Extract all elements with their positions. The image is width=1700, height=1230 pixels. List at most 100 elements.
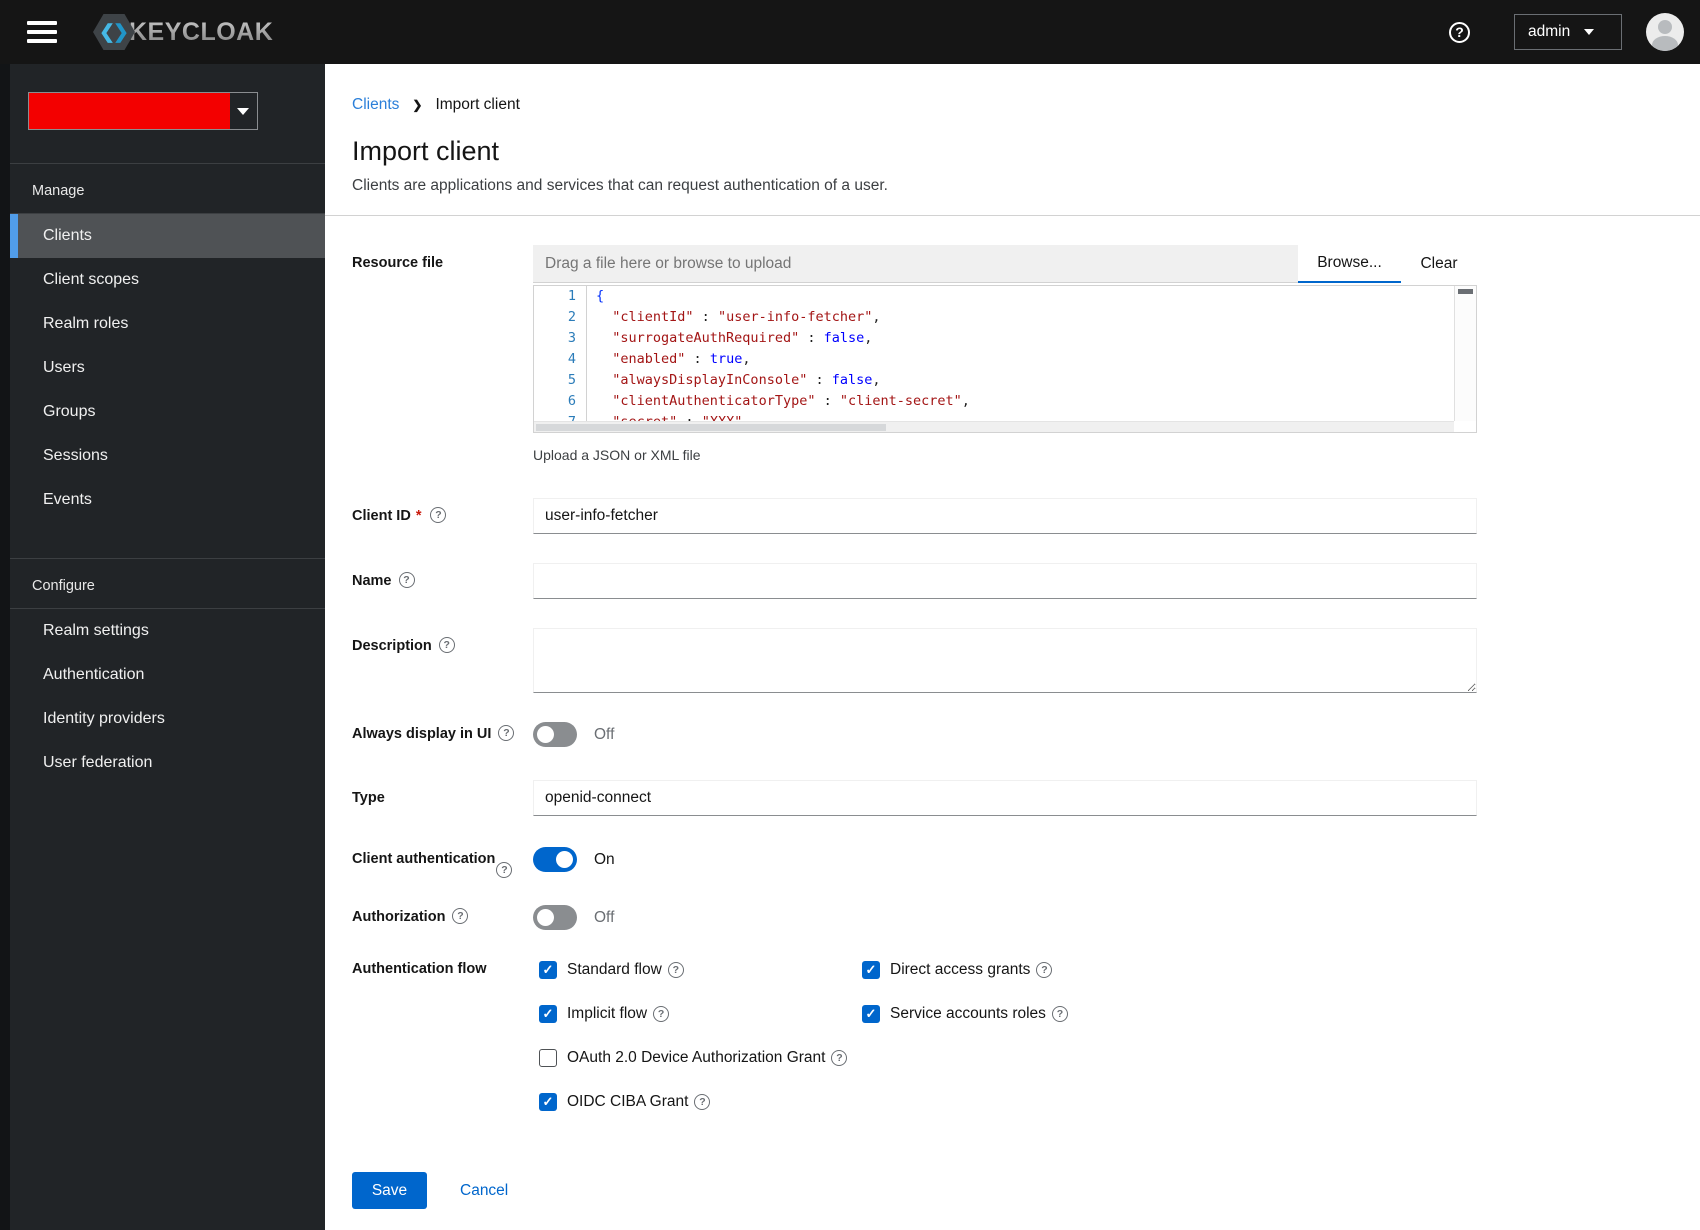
checkbox-checked[interactable]: ✓: [539, 1092, 557, 1111]
breadcrumb: Clients ❯ Import client: [352, 96, 1700, 114]
client-authentication-row: Client authentication ? On: [352, 847, 1700, 878]
authentication-flow-label: Authentication flow: [352, 961, 487, 977]
name-row: Name ?: [352, 563, 1700, 599]
toggle-state-text: On: [594, 850, 615, 868]
checkbox-checked[interactable]: ✓: [862, 960, 880, 979]
checkbox-label: Direct access grants: [890, 960, 1031, 978]
help-icon[interactable]: ?: [498, 725, 515, 741]
help-icon[interactable]: ?: [653, 1005, 670, 1022]
description-row: Description ?: [352, 628, 1700, 693]
user-menu-dropdown[interactable]: admin: [1514, 14, 1622, 50]
help-icon[interactable]: ?: [1449, 21, 1470, 43]
type-input[interactable]: [533, 780, 1477, 816]
breadcrumb-clients-link[interactable]: Clients: [352, 96, 399, 114]
realm-selector-dropdown[interactable]: [28, 92, 258, 130]
checkbox-label: OAuth 2.0 Device Authorization Grant: [567, 1048, 826, 1066]
line-number: 2: [567, 309, 576, 325]
help-icon[interactable]: ?: [438, 637, 455, 653]
top-bar: ❮ ❯ KEYCLOAK ? admin: [0, 0, 1700, 64]
line-number: 3: [567, 330, 576, 346]
keycloak-logo: ❮ ❯ KEYCLOAK: [93, 14, 273, 50]
checkbox-label: OIDC CIBA Grant: [567, 1092, 689, 1110]
help-icon[interactable]: ?: [398, 572, 415, 588]
sidebar-item-client-scopes[interactable]: Client scopes: [10, 258, 325, 302]
always-display-label: Always display in UI ?: [352, 722, 533, 747]
sidebar-item-authentication[interactable]: Authentication: [10, 653, 325, 697]
flow-option-oauth-2-0-device-authorization-grant: OAuth 2.0 Device Authorization Grant?: [533, 1045, 856, 1070]
checkbox-checked[interactable]: ✓: [539, 960, 557, 979]
help-icon[interactable]: ?: [496, 862, 513, 878]
sidebar-item-realm-roles[interactable]: Realm roles: [10, 302, 325, 346]
page-title: Import client: [352, 136, 500, 166]
help-icon[interactable]: ?: [1051, 1005, 1068, 1022]
nav-section-label: Manage: [32, 183, 85, 199]
resource-file-row: Resource file Browse... Clear 1{2 "clien…: [352, 245, 1700, 463]
description-textarea[interactable]: [533, 628, 1477, 693]
type-row: Type: [352, 780, 1700, 816]
help-icon[interactable]: ?: [694, 1093, 711, 1110]
name-input[interactable]: [533, 563, 1477, 599]
upload-helper-text: Upload a JSON or XML file: [533, 447, 701, 463]
sidebar-item-events[interactable]: Events: [10, 478, 325, 522]
hamburger-menu-icon[interactable]: [27, 21, 57, 43]
required-asterisk: *: [415, 508, 422, 524]
checkbox-checked[interactable]: ✓: [539, 1004, 557, 1023]
sidebar-item-users[interactable]: Users: [10, 346, 325, 390]
code-line: 7 "secret" : "XXX",: [534, 412, 1454, 421]
sidebar-item-user-federation[interactable]: User federation: [10, 741, 325, 785]
main-content: Clients ❯ Import client Import client Cl…: [325, 64, 1700, 1230]
flow-option-direct-access-grants: ✓ Direct access grants?: [856, 957, 1477, 982]
realm-name-redacted: [29, 93, 230, 129]
help-icon[interactable]: ?: [452, 908, 469, 924]
help-icon[interactable]: ?: [667, 961, 684, 978]
flow-option-standard-flow: ✓ Standard flow?: [533, 957, 856, 982]
authorization-row: Authorization ? Off: [352, 905, 1700, 930]
checkbox-unchecked[interactable]: [539, 1048, 557, 1067]
chevron-down-icon: [1584, 29, 1595, 35]
sidebar-nav: Manage Clients Client scopes Realm roles Use…: [0, 64, 325, 1230]
flow-option-oidc-ciba-grant: ✓ OIDC CIBA Grant?: [533, 1089, 856, 1114]
import-client-form: Resource file Browse... Clear 1{2 "clien…: [325, 216, 1700, 1209]
client-id-input[interactable]: [533, 498, 1477, 534]
save-button[interactable]: Save: [352, 1172, 427, 1209]
chevron-down-icon: [237, 107, 249, 115]
sidebar-item-clients[interactable]: Clients: [10, 214, 325, 258]
help-icon[interactable]: ?: [1036, 961, 1053, 978]
client-id-row: Client ID * ?: [352, 498, 1700, 534]
name-label: Name ?: [352, 563, 533, 599]
checkbox-label: Service accounts roles: [890, 1004, 1046, 1022]
line-number: 4: [567, 351, 576, 367]
client-authentication-toggle[interactable]: [533, 847, 577, 872]
sidebar-item-identity-providers[interactable]: Identity providers: [10, 697, 325, 741]
username: admin: [1528, 23, 1571, 40]
sidebar-item-groups[interactable]: Groups: [10, 390, 325, 434]
file-drop-input[interactable]: [533, 245, 1298, 283]
toggle-state-text: Off: [594, 725, 615, 743]
line-number: 7: [534, 412, 586, 421]
actions-row: Save Cancel: [352, 1172, 1700, 1209]
description-label: Description ?: [352, 628, 533, 693]
toggle-state-text: Off: [594, 908, 615, 926]
line-number: 6: [567, 393, 576, 409]
page-subtitle: Clients are applications and services th…: [352, 177, 888, 194]
editor-vertical-scrollbar[interactable]: [1454, 286, 1476, 421]
cancel-link[interactable]: Cancel: [460, 1182, 508, 1200]
code-line: 6 "clientAuthenticatorType" : "client-se…: [534, 391, 1454, 412]
help-icon[interactable]: ?: [831, 1049, 848, 1066]
flow-option-service-accounts-roles: ✓ Service accounts roles?: [856, 1001, 1477, 1026]
clear-button[interactable]: Clear: [1401, 245, 1477, 283]
json-code-editor[interactable]: 1{2 "clientId" : "user-info-fetcher", 3 "…: [533, 285, 1477, 433]
checkbox-checked[interactable]: ✓: [862, 1004, 880, 1023]
breadcrumb-chevron-icon: ❯: [412, 98, 423, 112]
always-display-toggle[interactable]: [533, 722, 577, 747]
sidebar-item-realm-settings[interactable]: Realm settings: [10, 609, 325, 653]
sidebar-edge: [0, 64, 10, 1230]
checkbox-label: Implicit flow: [567, 1004, 648, 1022]
client-id-label: Client ID * ?: [352, 498, 533, 534]
browse-button[interactable]: Browse...: [1298, 245, 1401, 283]
sidebar-item-sessions[interactable]: Sessions: [10, 434, 325, 478]
editor-horizontal-scrollbar[interactable]: [534, 421, 1454, 432]
help-icon[interactable]: ?: [430, 507, 447, 523]
authorization-toggle[interactable]: [533, 905, 577, 930]
avatar[interactable]: [1646, 13, 1684, 51]
